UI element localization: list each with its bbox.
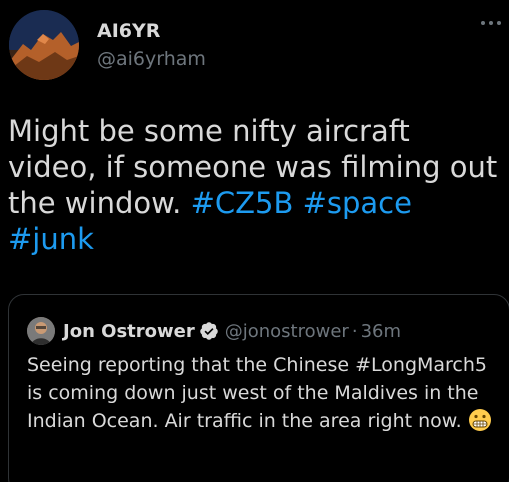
hashtag-cz5b-link[interactable]: #CZ5B xyxy=(191,186,294,220)
author-handle[interactable]: @ai6yrham xyxy=(97,48,206,70)
author-name[interactable]: AI6YR xyxy=(97,20,160,42)
quote-header: Jon Ostrower @jonostrower · 36m xyxy=(63,317,401,345)
quoted-tweet-card[interactable]: Jon Ostrower @jonostrower · 36m Seeing r… xyxy=(8,294,509,482)
tweet-text: Might be some nifty aircraft video, if s… xyxy=(8,113,503,257)
quote-timestamp[interactable]: 36m xyxy=(361,321,401,342)
quote-separator-dot: · xyxy=(351,320,358,342)
mountain-sunset-avatar-icon xyxy=(9,10,79,80)
tweet: AI6YR @ai6yrham Might be some nifty airc… xyxy=(0,0,509,482)
hashtag-junk-link[interactable]: #junk xyxy=(8,222,94,256)
quote-text: Seeing reporting that the Chinese #LongM… xyxy=(27,351,501,435)
more-horizontal-icon[interactable] xyxy=(479,16,503,30)
verified-badge-icon xyxy=(199,321,219,341)
quote-author-name[interactable]: Jon Ostrower xyxy=(63,321,195,342)
person-avatar-icon xyxy=(27,317,55,345)
tweet-text-space xyxy=(293,186,302,220)
quote-text-body: Seeing reporting that the Chinese #LongM… xyxy=(27,354,488,432)
hashtag-space-link[interactable]: #space xyxy=(303,186,412,220)
grimacing-face-emoji-icon xyxy=(468,408,492,432)
quote-author-avatar[interactable] xyxy=(27,317,55,345)
author-avatar[interactable] xyxy=(9,10,79,80)
quote-author-handle[interactable]: @jonostrower xyxy=(225,321,349,342)
